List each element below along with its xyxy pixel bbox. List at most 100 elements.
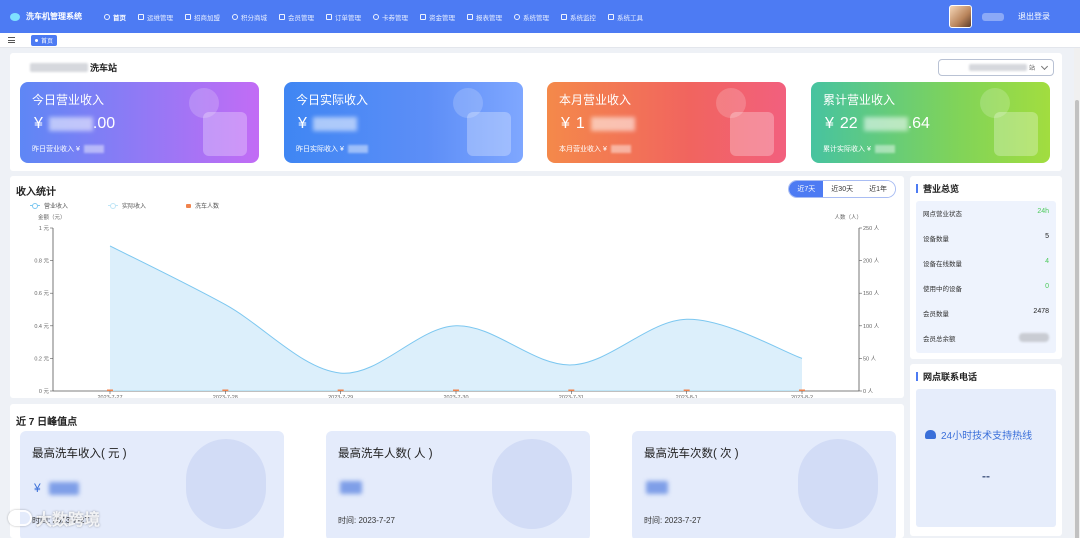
nav-item-8[interactable]: 报表管理 — [461, 0, 508, 33]
overview-row: 使用中的设备 0 — [923, 283, 1049, 293]
masked-value — [83, 145, 104, 153]
visitors-bar — [222, 389, 229, 391]
date-value: 2023-7-27 — [664, 516, 701, 525]
overview-value: 24h — [1037, 208, 1049, 215]
overview-label: 设备数量 — [923, 236, 949, 243]
app-title: 洗车机管理系统 — [26, 12, 82, 21]
stat-card-value: ¥ 1 — [561, 115, 635, 133]
overview-list: 网点营业状态 24h 设备数量 5 设备在线数量 4 使用中的设备 0 会员数量 2478 会员总余… — [916, 201, 1056, 353]
nav-item-4[interactable]: 会员管理 — [273, 0, 320, 33]
money-bag-icon — [467, 112, 511, 156]
income-chart: 金额（元） 人数（人） 0 元 0.2 元 0.4 元 0.6 元 0.8 元 1 元 0 人 5… — [34, 213, 880, 398]
nav-item-label: 运维管理 — [147, 14, 173, 22]
stat-card-title: 累计营业收入 — [823, 93, 896, 107]
overview-label: 设备在线数量 — [923, 261, 962, 268]
visitors-bar — [337, 389, 344, 391]
avatar[interactable] — [949, 5, 972, 28]
logout-button[interactable]: 退出登录 — [1018, 11, 1050, 22]
menu-toggle-icon[interactable] — [8, 37, 15, 43]
stat-card-title: 今日营业收入 — [32, 93, 105, 107]
visitors-bar — [799, 389, 805, 391]
contact-title: 网点联系电话 — [916, 370, 977, 383]
stat-card-sub-label: 昨日实际收入 ¥ — [296, 146, 344, 153]
page-scrollbar[interactable] — [1074, 48, 1080, 538]
y-tick-label-right: 100 人 — [863, 323, 880, 330]
top-navbar: 洗车机管理系统 首页 运维管理 招商加盟 积分商城 会员管理 订单管理 卡券管理 资金管理 报表… — [0, 0, 1080, 33]
member-icon — [279, 13, 285, 20]
y-tick-label-left: 0 元 — [39, 388, 50, 395]
hotline-value: -- — [982, 469, 990, 483]
peak-card-date: 时间: 2023-7-27 — [338, 515, 395, 526]
date-value: 2023-7-27 — [358, 516, 395, 525]
contact-panel: 网点联系电话 24小时技术支持热线 -- — [910, 364, 1062, 536]
gear-icon — [514, 13, 520, 20]
stat-card-title: 本月营业收入 — [559, 93, 632, 107]
nav-item-10[interactable]: 系统监控 — [555, 0, 602, 33]
main-menu: 首页 运维管理 招商加盟 积分商城 会员管理 订单管理 卡券管理 资金管理 报表管理 系统管理 系统… — [98, 0, 649, 33]
nav-item-5[interactable]: 订单管理 — [320, 0, 367, 33]
masked-value — [646, 481, 668, 494]
username-masked[interactable] — [982, 12, 1004, 21]
user-area: 退出登录 — [949, 0, 1080, 33]
monitor-screen-icon — [561, 13, 567, 20]
x-tick-label: 2023-8-1 — [676, 395, 698, 398]
masked-value — [610, 145, 631, 153]
scrollbar-thumb[interactable] — [1075, 100, 1079, 538]
stat-card-title: 今日实际收入 — [296, 93, 369, 107]
masked-value — [48, 481, 79, 495]
peak-title: 近 7 日峰值点 — [16, 417, 78, 428]
visitors-bar — [107, 389, 113, 391]
nav-item-11[interactable]: 系统工具 — [602, 0, 649, 33]
x-tick-label: 2023-7-28 — [213, 395, 238, 398]
x-tick-label: 2023-8-2 — [791, 395, 813, 398]
station-select[interactable]: 站 — [938, 59, 1054, 76]
y-tick-label-left: 0.6 元 — [34, 290, 49, 297]
overview-value: 2478 — [1033, 308, 1049, 315]
station-name: 洗车站 — [30, 61, 117, 74]
overview-value: 0 — [1045, 283, 1049, 290]
nav-item-label: 积分商城 — [241, 14, 267, 22]
nav-item-1[interactable]: 运维管理 — [132, 0, 179, 33]
handshake-icon — [185, 13, 191, 20]
tab-home-label: 首页 — [41, 38, 54, 45]
overview-row: 会员总余额 — [923, 333, 1049, 343]
station-name-masked — [30, 63, 88, 72]
tab-home[interactable]: 首页 — [31, 34, 58, 46]
nav-item-3[interactable]: 积分商城 — [226, 0, 273, 33]
masked-value — [590, 117, 635, 131]
nav-item-2[interactable]: 招商加盟 — [179, 0, 226, 33]
report-icon — [467, 13, 473, 20]
nav-item-label: 资金管理 — [429, 14, 455, 22]
masked-value — [340, 481, 362, 494]
visitors-bar — [683, 389, 690, 391]
phone-icon — [925, 430, 936, 439]
y-tick-label-right: 50 人 — [863, 355, 877, 362]
nav-item-0[interactable]: 首页 — [98, 0, 132, 33]
overview-value: 5 — [1045, 233, 1049, 240]
peak-card-value: ¥ — [34, 481, 79, 495]
hotline: 24小时技术支持热线 — [925, 427, 1032, 442]
app-logo[interactable]: 洗车机管理系统 — [0, 11, 98, 22]
y-tick-label-right: 200 人 — [863, 258, 880, 265]
visitors-bar — [453, 389, 459, 391]
overview-label: 使用中的设备 — [923, 286, 962, 293]
masked-value — [347, 145, 368, 153]
overview-label: 会员总余额 — [923, 336, 956, 343]
nav-item-6[interactable]: 卡券管理 — [367, 0, 414, 33]
watermark-text: 大数跨境 — [36, 512, 101, 529]
nav-item-7[interactable]: 资金管理 — [414, 0, 461, 33]
stat-card-value-visible: 1 — [575, 115, 585, 132]
stat-card-sub: 本月营业收入 ¥ — [559, 144, 631, 154]
masked-value — [874, 145, 895, 153]
calendar-icon — [730, 112, 774, 156]
peak-card-value — [646, 481, 668, 494]
stat-card-sub-label: 昨日营业收入 ¥ — [32, 146, 80, 153]
overview-label: 网点营业状态 — [923, 211, 962, 218]
currency-symbol: ¥ — [825, 115, 834, 132]
overview-value: 4 — [1045, 258, 1049, 265]
nav-item-9[interactable]: 系统管理 — [508, 0, 555, 33]
station-panel: 洗车站 站 今日营业收入 ¥ .00 昨日营业收入 ¥ 今日实际收入 ¥ 昨日实… — [10, 53, 1062, 171]
stat-card-sub: 昨日营业收入 ¥ — [32, 144, 104, 154]
currency-symbol: ¥ — [34, 115, 43, 132]
overview-row: 设备在线数量 4 — [923, 258, 1049, 268]
